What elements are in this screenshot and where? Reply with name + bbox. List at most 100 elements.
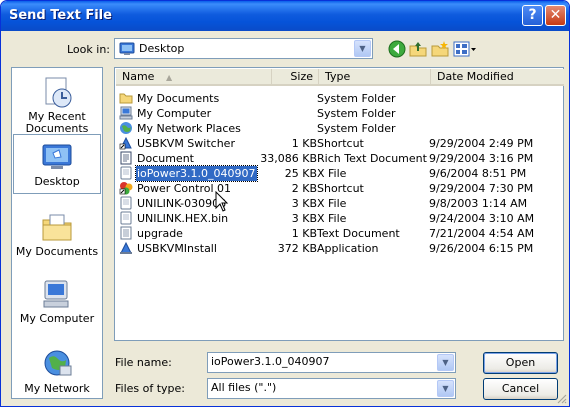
look-in-value: Desktop — [139, 42, 185, 55]
file-name: My Computer — [137, 107, 212, 120]
installer-icon — [120, 241, 132, 254]
look-in-label: Look in: — [67, 43, 110, 56]
file-name: USBKVMInstall — [137, 242, 217, 255]
file-type-select[interactable]: All files (".") ▼ — [207, 378, 456, 399]
new-folder-icon[interactable] — [430, 39, 450, 59]
help-button[interactable]: ? — [522, 5, 543, 26]
place-desktop[interactable]: Desktop — [13, 134, 101, 194]
file-name: upgrade — [137, 227, 183, 240]
views-menu-icon[interactable] — [452, 39, 478, 59]
file-date: 9/29/2004 3:16 PM — [429, 152, 534, 165]
file-date: 9/29/2004 2:49 PM — [429, 137, 534, 150]
file-row[interactable]: UNILINK-030908 3 KB X File 9/8/2003 1:14… — [117, 196, 563, 211]
window-title: Send Text File — [9, 8, 112, 23]
file-type-label: Files of type: — [115, 382, 186, 395]
document-icon — [120, 151, 132, 165]
column-header-type[interactable]: Type — [319, 69, 431, 86]
file-row[interactable]: USBKVM Switcher 1 KB Shortcut 9/29/2004 … — [117, 136, 563, 151]
file-type: X File — [317, 197, 347, 210]
computer-icon — [119, 106, 133, 120]
mouse-cursor-icon — [215, 191, 229, 212]
file-icon — [120, 211, 132, 225]
power-shortcut-icon — [119, 182, 133, 195]
file-date: 9/24/2004 3:10 AM — [429, 212, 535, 225]
file-type: X File — [317, 167, 347, 180]
file-size: 1 KB — [291, 137, 317, 150]
file-size: 3 KB — [291, 197, 317, 210]
file-type: Rich Text Document — [317, 152, 427, 165]
file-name-label: File name: — [115, 356, 172, 369]
file-type: System Folder — [317, 107, 396, 120]
file-row[interactable]: UNILINK.HEX.bin 3 KB X File 9/24/2004 3:… — [117, 211, 563, 226]
look-in-combo[interactable]: Desktop ▼ — [114, 38, 373, 59]
column-header-date[interactable]: Date Modified — [431, 69, 564, 86]
file-name: UNILINK.HEX.bin — [137, 212, 229, 225]
place-my-computer[interactable]: My Computer — [12, 278, 102, 325]
file-icon — [120, 166, 132, 180]
place-label-recent: My Recent Documents — [25, 110, 89, 135]
file-row[interactable]: upgrade 1 KB Text Document 7/21/2004 4:5… — [117, 226, 563, 241]
resize-grip-icon[interactable] — [555, 392, 567, 404]
close-button[interactable]: ✕ — [545, 5, 566, 26]
file-type: Shortcut — [317, 137, 364, 150]
file-name: Document — [137, 152, 194, 165]
file-size: 33,086 KB — [260, 152, 317, 165]
file-row[interactable]: Document 33,086 KB Rich Text Document 9/… — [117, 151, 563, 166]
file-type: Application — [317, 242, 379, 255]
my-network-icon — [44, 350, 72, 376]
my-computer-icon — [43, 280, 69, 308]
desktop-icon — [42, 144, 72, 169]
place-label-my-documents: My Documents — [15, 245, 99, 258]
cancel-button[interactable]: Cancel — [483, 378, 558, 400]
file-row[interactable]: My Computer System Folder — [117, 106, 563, 121]
file-date: 9/6/2004 8:51 PM — [429, 167, 527, 180]
place-my-documents[interactable]: My Documents — [12, 211, 102, 258]
file-row[interactable]: USBKVMInstall 372 KB Application 9/26/20… — [117, 241, 563, 256]
place-recent-documents[interactable]: My Recent Documents — [12, 76, 102, 135]
file-size: 2 KB — [291, 182, 317, 195]
file-name: UNILINK-030908 — [137, 197, 227, 210]
sort-ascending-icon: ▲ — [165, 73, 173, 82]
file-type: System Folder — [317, 122, 396, 135]
file-row-selected[interactable]: ioPower3.1.0_040907 25 KB X File 9/6/200… — [117, 165, 563, 182]
column-header-size[interactable]: Size — [272, 69, 319, 86]
file-date: 9/29/2004 7:30 PM — [429, 182, 534, 195]
file-icon — [120, 196, 132, 210]
file-size: 3 KB — [291, 212, 317, 225]
file-type: Shortcut — [317, 182, 364, 195]
file-name-value: ioPower3.1.0_040907 — [211, 355, 330, 368]
column-header-name[interactable]: Name ▲ — [116, 69, 272, 86]
up-folder-icon[interactable] — [408, 39, 428, 59]
back-icon[interactable] — [387, 39, 407, 59]
file-date: 7/21/2004 4:54 AM — [429, 227, 535, 240]
title-bar[interactable]: Send Text File ? ✕ — [1, 1, 569, 31]
file-size: 1 KB — [291, 227, 317, 240]
send-text-file-dialog: Send Text File ? ✕ Look in: Desktop ▼ My… — [0, 0, 570, 407]
file-date: 9/26/2004 6:15 PM — [429, 242, 534, 255]
column-name-label: Name — [122, 70, 155, 83]
file-type-value: All files (".") — [211, 381, 277, 394]
folder-icon — [119, 93, 133, 104]
file-row[interactable]: Power Control 01 2 KB Shortcut 9/29/2004… — [117, 181, 563, 196]
recent-documents-icon — [45, 77, 72, 108]
chevron-down-icon[interactable]: ▼ — [354, 40, 371, 57]
file-type: System Folder — [317, 92, 396, 105]
file-name: My Network Places — [137, 122, 241, 135]
chevron-down-icon[interactable]: ▼ — [437, 380, 454, 397]
file-row[interactable]: My Documents System Folder — [117, 91, 563, 106]
file-name: USBKVM Switcher — [137, 137, 235, 150]
app-shortcut-icon — [119, 136, 132, 150]
file-date: 9/8/2003 1:14 AM — [429, 197, 528, 210]
my-documents-icon — [42, 214, 72, 241]
file-name-input[interactable]: ioPower3.1.0_040907 ▼ — [207, 352, 456, 373]
open-button[interactable]: Open — [483, 352, 558, 374]
file-size: 25 KB — [284, 167, 317, 180]
file-list[interactable]: Name ▲ Size Type Date Modified My Docume… — [114, 67, 564, 341]
place-label-my-network: My Network — [24, 382, 90, 395]
chevron-down-icon[interactable]: ▼ — [437, 354, 454, 371]
place-my-network[interactable]: My Network — [12, 348, 102, 395]
file-type: X File — [317, 212, 347, 225]
file-name: My Documents — [137, 92, 220, 105]
places-bar: My Recent Documents Desktop My Documents — [11, 67, 103, 399]
file-row[interactable]: My Network Places System Folder — [117, 121, 563, 136]
